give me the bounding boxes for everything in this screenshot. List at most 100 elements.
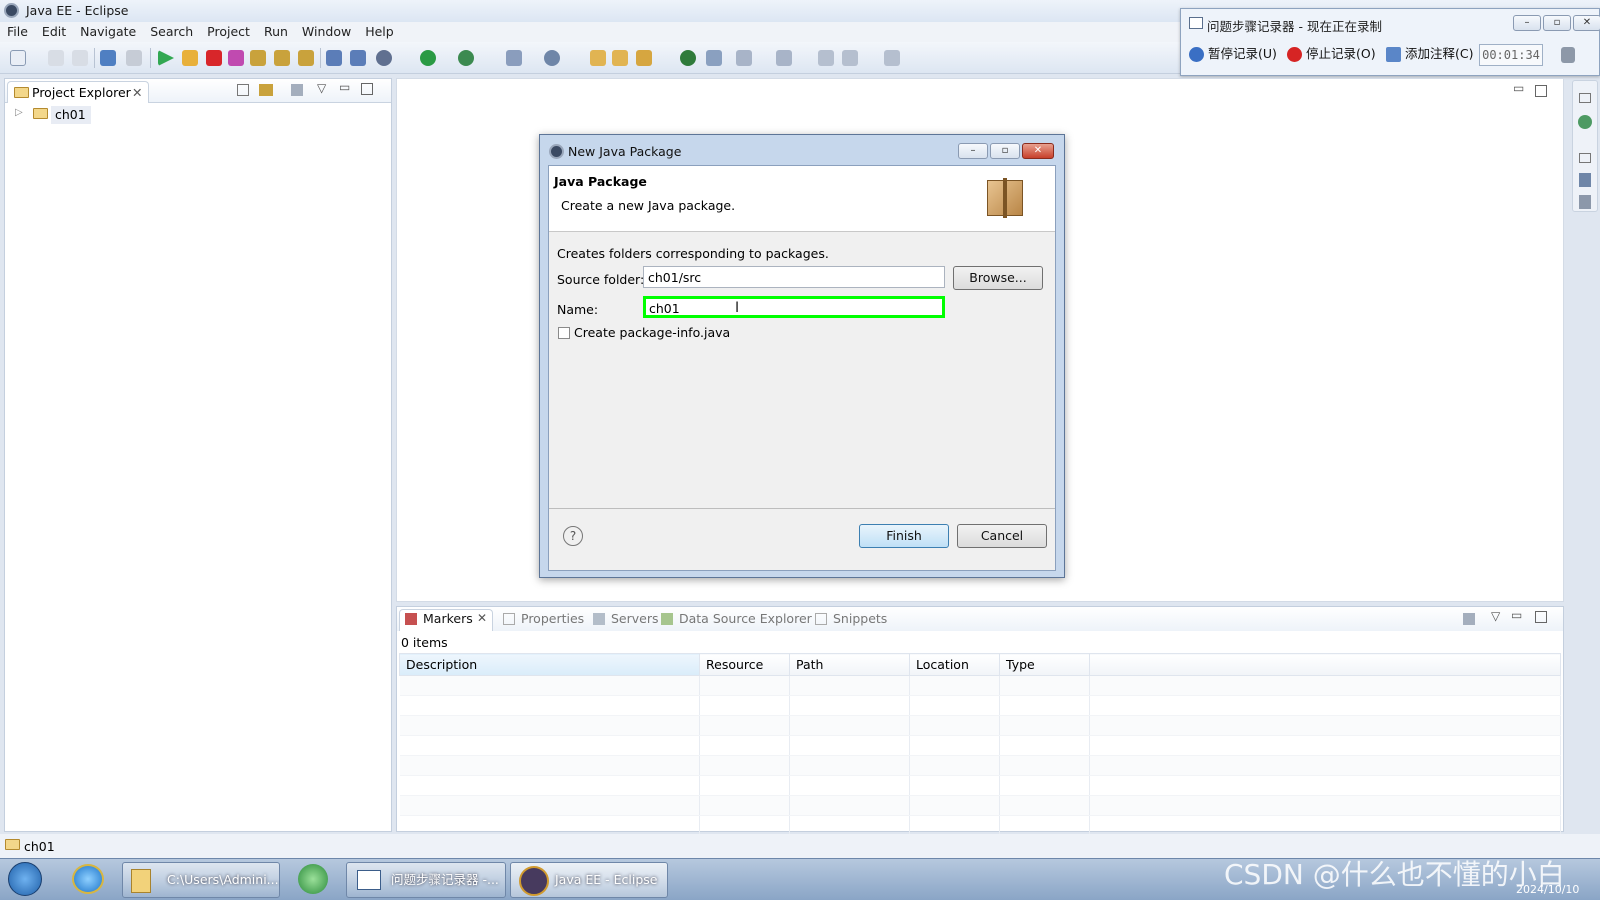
- step-return-icon[interactable]: [298, 50, 314, 66]
- col-description[interactable]: Description: [399, 653, 700, 676]
- recorder-minimize-button[interactable]: –: [1513, 15, 1541, 31]
- taskbar-item-eclipse[interactable]: Java EE - Eclipse: [510, 862, 668, 898]
- last-edit-icon[interactable]: [776, 50, 792, 66]
- debug-icon[interactable]: [376, 50, 392, 66]
- task-list-icon[interactable]: [1579, 173, 1591, 187]
- open-type-icon[interactable]: [590, 50, 606, 66]
- chevron-down-icon[interactable]: ▽: [317, 81, 326, 95]
- windows-taskbar: C:\Users\Admini... 问题步骤记录器 -... Java EE …: [0, 858, 1600, 900]
- package-name-input[interactable]: ch01: [643, 296, 945, 318]
- menu-help[interactable]: Help: [358, 22, 401, 41]
- col-type[interactable]: Type: [999, 653, 1090, 676]
- back-icon[interactable]: [818, 50, 834, 66]
- taskbar-item-explorer[interactable]: C:\Users\Admini...: [122, 862, 280, 898]
- menu-navigate[interactable]: Navigate: [73, 22, 143, 41]
- coverage-icon[interactable]: [458, 50, 474, 66]
- panel-maximize-icon[interactable]: [1535, 611, 1547, 623]
- editor-maximize-icon[interactable]: [1535, 85, 1547, 97]
- internet-explorer-icon[interactable]: [72, 864, 104, 894]
- run-icon[interactable]: [420, 50, 436, 66]
- table-row: [399, 795, 1561, 816]
- markers-close-icon[interactable]: ✕: [477, 611, 487, 625]
- package-info-checkbox[interactable]: [558, 327, 570, 339]
- sync-app-icon[interactable]: [298, 864, 328, 894]
- expand-arrow-icon[interactable]: ▷: [15, 107, 23, 118]
- menu-project[interactable]: Project: [200, 22, 257, 41]
- restore-2-icon[interactable]: [1579, 153, 1591, 163]
- minimize-icon[interactable]: ▭: [339, 80, 350, 94]
- menu-run[interactable]: Run: [257, 22, 295, 41]
- step-over-icon[interactable]: [274, 50, 290, 66]
- terminal-icon[interactable]: [100, 50, 116, 66]
- menu-window[interactable]: Window: [295, 22, 358, 41]
- restore-icon[interactable]: [1579, 93, 1591, 103]
- next-annotation-icon[interactable]: [736, 50, 752, 66]
- col-filler: [1089, 653, 1561, 676]
- open-task-icon[interactable]: [612, 50, 628, 66]
- console-icon[interactable]: [1579, 195, 1591, 209]
- help-button[interactable]: ?: [563, 526, 583, 546]
- dialog-maximize-button[interactable]: ▫: [990, 143, 1020, 159]
- view-menu-icon[interactable]: [291, 84, 303, 96]
- new-server-icon[interactable]: [506, 50, 522, 66]
- tab-project-explorer[interactable]: Project Explorer ✕: [7, 81, 149, 103]
- save-icon[interactable]: [48, 50, 64, 66]
- tab-snippets[interactable]: Snippets: [833, 611, 887, 626]
- back-arrow-icon[interactable]: [842, 50, 858, 66]
- editor-minimize-icon[interactable]: ▭: [1513, 81, 1524, 95]
- markers-tabstrip: Markers ✕ Properties Servers Data Source…: [397, 607, 1563, 631]
- browse-button[interactable]: Browse...: [953, 266, 1043, 290]
- dialog-header: Java Package Create a new Java package.: [549, 166, 1055, 232]
- save-all-icon[interactable]: [72, 50, 88, 66]
- terminate-icon[interactable]: [206, 50, 222, 66]
- outline-icon[interactable]: [1578, 115, 1592, 129]
- help-shield-icon[interactable]: [1561, 47, 1575, 63]
- panel-chevron-down-icon[interactable]: ▽: [1491, 609, 1500, 623]
- add-comment-button[interactable]: 添加注释(C): [1386, 45, 1473, 65]
- recorder-restore-button[interactable]: ▫: [1543, 15, 1571, 31]
- close-icon[interactable]: ✕: [132, 85, 142, 100]
- collapse-all-icon[interactable]: [237, 84, 249, 96]
- forward-arrow-icon[interactable]: [884, 50, 900, 66]
- skip-breakpoints-icon[interactable]: [126, 50, 142, 66]
- recorder-close-button[interactable]: ✕: [1573, 15, 1600, 31]
- panel-minimize-icon[interactable]: ▭: [1511, 608, 1522, 622]
- finish-button[interactable]: Finish: [859, 524, 949, 548]
- table-row: [399, 695, 1561, 716]
- dialog-minimize-button[interactable]: –: [958, 143, 988, 159]
- search-icon[interactable]: [636, 50, 652, 66]
- web-browser-icon[interactable]: [680, 50, 696, 66]
- project-explorer-icon: [14, 87, 29, 98]
- recorder-title: 问题步骤记录器 - 现在正在录制: [1207, 19, 1382, 34]
- tab-servers[interactable]: Servers: [611, 611, 659, 626]
- col-location[interactable]: Location: [909, 653, 1000, 676]
- taskbar-item-recorder[interactable]: 问题步骤记录器 -...: [346, 862, 506, 898]
- maximize-icon[interactable]: [361, 83, 373, 95]
- dialog-close-button[interactable]: ✕: [1022, 143, 1054, 159]
- stop-record-button[interactable]: 停止记录(O): [1287, 45, 1376, 65]
- use-step-filters-icon[interactable]: [350, 50, 366, 66]
- suspend-icon[interactable]: [182, 50, 198, 66]
- col-path[interactable]: Path: [789, 653, 910, 676]
- new-web-service-icon[interactable]: [544, 50, 560, 66]
- menu-edit[interactable]: Edit: [35, 22, 73, 41]
- tree-item[interactable]: ▷ ch01: [13, 106, 103, 124]
- step-into-icon[interactable]: [250, 50, 266, 66]
- tab-data-source-explorer[interactable]: Data Source Explorer: [679, 611, 812, 626]
- view-menu-icon[interactable]: [1463, 613, 1475, 625]
- col-resource[interactable]: Resource: [699, 653, 790, 676]
- source-folder-input[interactable]: ch01/src: [643, 266, 945, 288]
- start-button[interactable]: [8, 862, 42, 896]
- drop-to-frame-icon[interactable]: [326, 50, 342, 66]
- menu-file[interactable]: File: [0, 22, 35, 41]
- new-icon[interactable]: [10, 50, 26, 66]
- link-with-editor-icon[interactable]: [259, 84, 273, 96]
- disconnect-icon[interactable]: [228, 50, 244, 66]
- pause-record-button[interactable]: 暂停记录(U): [1189, 45, 1277, 65]
- cancel-button[interactable]: Cancel: [957, 524, 1047, 548]
- tree-item-label: ch01: [51, 106, 91, 124]
- annotation-icon[interactable]: [706, 50, 722, 66]
- menu-search[interactable]: Search: [143, 22, 200, 41]
- resume-icon[interactable]: [158, 50, 174, 66]
- tab-properties[interactable]: Properties: [521, 611, 584, 626]
